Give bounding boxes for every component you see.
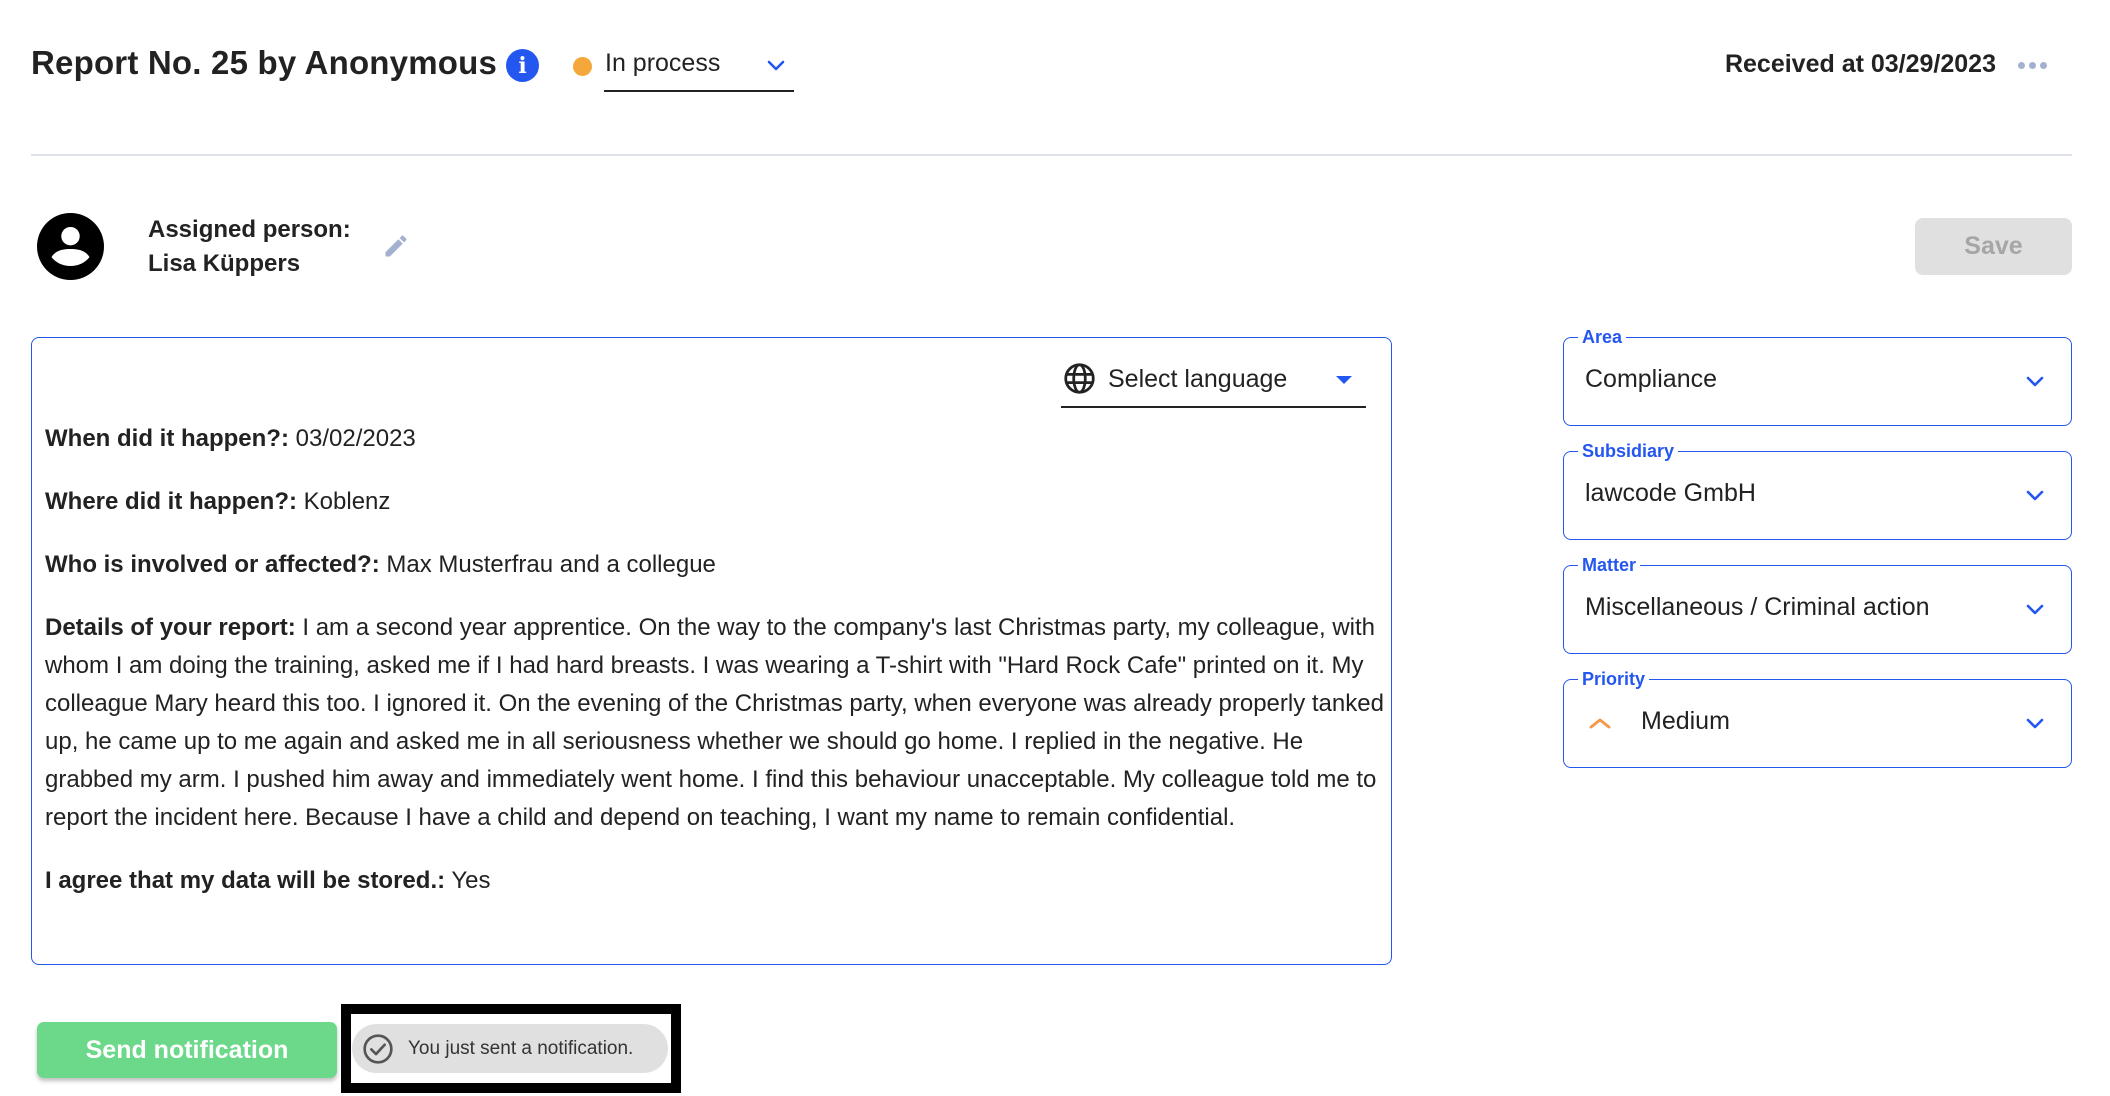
chevron-down-icon [2026, 718, 2044, 729]
report-answer: I am a second year apprentice. On the wa… [45, 614, 1384, 831]
assigned-person-name: Lisa Küppers [148, 250, 301, 277]
report-answer: Yes [451, 867, 491, 894]
matter-value: Miscellaneous / Criminal action [1585, 593, 1930, 621]
area-value: Compliance [1585, 365, 1718, 393]
status-underline [604, 90, 794, 92]
language-select-underline [1061, 406, 1366, 408]
report-field: Where did it happen?: Koblenz [45, 483, 1385, 521]
more-horizontal-icon[interactable] [2018, 59, 2050, 71]
status-select[interactable]: In process [572, 46, 794, 92]
account-circle-icon [37, 213, 104, 280]
check-circle-icon [363, 1033, 393, 1064]
subsidiary-select[interactable]: Subsidiary lawcode GmbH [1563, 441, 2072, 540]
priority-value: Medium [1641, 707, 1730, 735]
status-dot-icon [573, 57, 592, 76]
toast-message: You just sent a notification. [408, 1037, 634, 1059]
report-question: Details of your report: [45, 614, 296, 641]
globe-icon [1064, 363, 1095, 394]
chevron-down-icon [2026, 604, 2044, 615]
report-field: Details of your report: I am a second ye… [45, 609, 1385, 837]
report-question: Who is involved or affected?: [45, 551, 380, 578]
report-answer: 03/02/2023 [295, 425, 416, 452]
send-notification-button[interactable]: Send notification [37, 1022, 337, 1078]
report-answer: Max Musterfrau and a collegue [386, 551, 716, 578]
assigned-person-label: Assigned person: [148, 216, 351, 243]
status-value: In process [605, 49, 721, 77]
report-content: When did it happen?: 03/02/2023 Where di… [45, 420, 1385, 925]
area-label: Area [1578, 327, 1627, 347]
matter-select[interactable]: Matter Miscellaneous / Criminal action [1563, 555, 2072, 654]
report-field: When did it happen?: 03/02/2023 [45, 420, 1385, 458]
highlight-frame: You just sent a notification. [341, 1004, 681, 1093]
language-select-placeholder: Select language [1108, 365, 1288, 393]
report-question: When did it happen?: [45, 425, 289, 452]
notification-toast: You just sent a notification. [352, 1024, 668, 1073]
page-title: Report No. 25 by Anonymous [31, 44, 498, 81]
subsidiary-label: Subsidiary [1578, 441, 1679, 461]
header-divider [31, 154, 2072, 156]
chevron-down-icon [767, 60, 785, 71]
chevron-down-icon [2026, 490, 2044, 501]
chevron-up-icon [1589, 718, 1611, 729]
report-field: Who is involved or affected?: Max Muster… [45, 546, 1385, 584]
pencil-icon[interactable] [382, 232, 410, 260]
save-button[interactable]: Save [1915, 218, 2072, 275]
caret-down-icon [1336, 376, 1352, 384]
priority-select[interactable]: Priority Medium [1563, 669, 2072, 768]
language-select[interactable]: Select language [1061, 356, 1366, 408]
priority-label: Priority [1578, 669, 1650, 689]
report-question: Where did it happen?: [45, 488, 297, 515]
report-question: I agree that my data will be stored.: [45, 867, 446, 894]
area-select[interactable]: Area Compliance [1563, 327, 2072, 426]
matter-label: Matter [1578, 555, 1641, 575]
received-date: Received at 03/29/2023 [1724, 50, 1996, 78]
report-answer: Koblenz [303, 488, 391, 515]
info-icon[interactable]: i [506, 49, 539, 82]
report-field: I agree that my data will be stored.: Ye… [45, 862, 1385, 900]
subsidiary-value: lawcode GmbH [1585, 479, 1756, 507]
chevron-down-icon [2026, 376, 2044, 387]
